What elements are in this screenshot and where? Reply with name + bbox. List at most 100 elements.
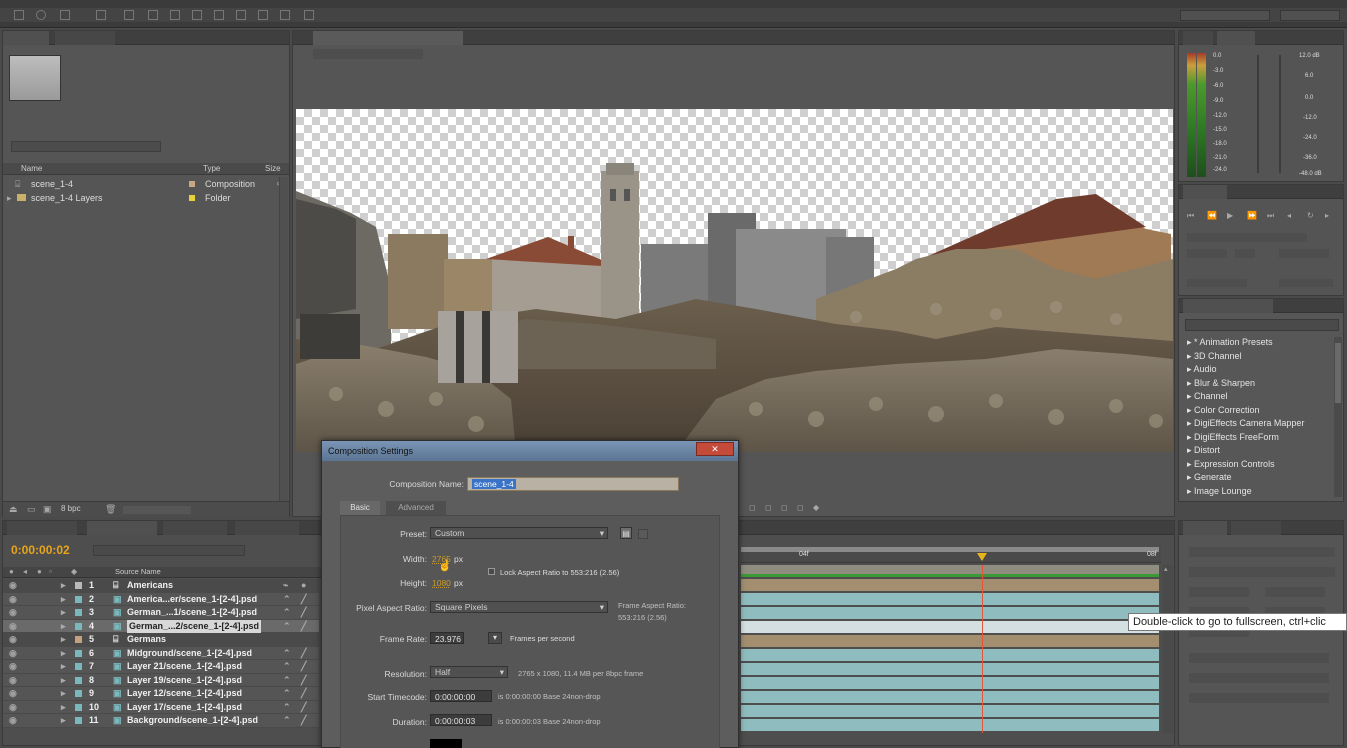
expand-arrow-icon[interactable]: ▸ bbox=[61, 714, 66, 727]
expand-arrow-icon[interactable]: ▸ bbox=[61, 660, 66, 673]
pen-icon[interactable]: ╱ bbox=[301, 620, 306, 633]
track-bar[interactable] bbox=[741, 593, 1159, 605]
timeline-ruler[interactable]: 04f 08f bbox=[741, 547, 1161, 563]
brush-tool-icon[interactable] bbox=[214, 10, 224, 20]
track-bar[interactable] bbox=[741, 691, 1159, 703]
layer-row[interactable]: ◉ ▸ 11 ▣ Background/scene_1-[2-4].psd ⌃ ╱ bbox=[3, 714, 319, 728]
effects-scrollbar-thumb[interactable] bbox=[1335, 343, 1341, 403]
effects-item[interactable]: ▸ 3D Channel bbox=[1187, 351, 1242, 362]
label-swatch[interactable] bbox=[75, 649, 82, 657]
comp-name-input[interactable]: scene_1-4 bbox=[467, 477, 679, 491]
trash-icon[interactable]: 🗑 bbox=[105, 504, 116, 515]
tab-info[interactable] bbox=[1183, 31, 1213, 45]
project-hscrollbar[interactable] bbox=[123, 506, 191, 514]
font-size-field[interactable] bbox=[1189, 587, 1249, 597]
column-size[interactable]: Size bbox=[265, 163, 281, 175]
pen-icon[interactable]: ╱ bbox=[301, 606, 306, 619]
preview-skip[interactable] bbox=[1235, 249, 1255, 258]
track-bar[interactable] bbox=[741, 719, 1159, 731]
scale-fields[interactable] bbox=[1189, 653, 1329, 663]
tab-project[interactable] bbox=[3, 31, 49, 45]
layer-row[interactable]: ◉ ▸ 7 ▣ Layer 21/scene_1-[2-4].psd ⌃ ╱ bbox=[3, 660, 319, 674]
tab-timeline-2[interactable] bbox=[163, 521, 227, 535]
text-style-buttons[interactable] bbox=[1189, 693, 1329, 703]
frame-rate-input[interactable]: 23.976 bbox=[430, 632, 464, 644]
audio-column-icon[interactable]: ◂ bbox=[23, 567, 27, 576]
audio-slider-left[interactable] bbox=[1257, 55, 1259, 173]
label-swatch[interactable] bbox=[75, 663, 82, 670]
bpc-label[interactable]: 8 bpc bbox=[61, 504, 81, 513]
pen-icon[interactable]: ╱ bbox=[301, 660, 306, 673]
tab-timeline-3[interactable] bbox=[235, 521, 299, 535]
height-value[interactable]: 1080 bbox=[432, 578, 451, 588]
show-snapshot-icon[interactable]: ◻ bbox=[765, 503, 772, 512]
switch-icon[interactable]: ⌃ bbox=[283, 593, 291, 606]
switch-icon[interactable]: ⌃ bbox=[283, 620, 291, 633]
new-composition-icon[interactable]: ▣ bbox=[43, 504, 52, 515]
switch-icon[interactable]: ⌃ bbox=[283, 674, 291, 687]
expand-arrow-icon[interactable]: ▸ bbox=[61, 633, 66, 646]
puppet-tool-icon[interactable] bbox=[304, 10, 314, 20]
project-item-folder[interactable]: ▸ scene_1-4 Layers Folder bbox=[3, 191, 289, 205]
tab-advanced[interactable]: Advanced bbox=[386, 501, 446, 515]
effects-item[interactable]: ▸ Expression Controls bbox=[1187, 459, 1275, 470]
camera-tool-icon[interactable] bbox=[124, 10, 134, 20]
preview-from-current-checkbox[interactable] bbox=[1187, 279, 1247, 287]
label-swatch[interactable] bbox=[75, 636, 82, 643]
track-bar[interactable] bbox=[741, 635, 1159, 647]
eye-icon[interactable]: ● bbox=[9, 567, 14, 576]
tab-paragraph[interactable] bbox=[1231, 521, 1281, 535]
preset-select[interactable]: Custom ▾ bbox=[430, 527, 608, 539]
column-type[interactable]: Type bbox=[203, 163, 220, 175]
expand-arrow-icon[interactable]: ▸ bbox=[61, 674, 66, 687]
new-folder-icon[interactable]: ▭ bbox=[27, 504, 36, 515]
previous-frame-icon[interactable]: ⏪ bbox=[1207, 211, 1217, 220]
project-item-composition[interactable]: ⌸ scene_1-4 Composition ⚯ bbox=[3, 177, 289, 191]
pen-icon[interactable]: ╱ bbox=[301, 687, 306, 700]
fast-previews-icon[interactable]: ◆ bbox=[813, 503, 819, 512]
hand-tool-icon[interactable] bbox=[36, 10, 46, 20]
effects-search-input[interactable] bbox=[1185, 319, 1339, 331]
play-icon[interactable]: ▶ bbox=[1227, 211, 1233, 220]
label-swatch[interactable] bbox=[75, 690, 82, 697]
pixel-aspect-select[interactable]: Square Pixels ▾ bbox=[430, 601, 608, 613]
frame-rate-dropdown[interactable]: ▾ bbox=[488, 632, 502, 644]
duration-input[interactable]: 0:00:00:03 bbox=[430, 714, 492, 726]
expand-arrow-icon[interactable]: ▸ bbox=[61, 593, 66, 606]
visibility-eye-icon[interactable]: ◉ bbox=[9, 633, 17, 646]
layer-row[interactable]: ◉ ▸ 5 ⌸ Germans bbox=[3, 633, 319, 647]
track-bar[interactable] bbox=[741, 607, 1159, 619]
lock-aspect-checkbox[interactable] bbox=[488, 568, 495, 575]
effects-scrollbar[interactable] bbox=[1334, 337, 1342, 497]
expand-arrow-icon[interactable]: ▸ bbox=[61, 687, 66, 700]
roto-tool-icon[interactable] bbox=[280, 10, 290, 20]
expand-arrow-icon[interactable]: ▸ bbox=[61, 579, 66, 592]
effects-item[interactable]: ▸ Distort bbox=[1187, 445, 1220, 456]
expand-arrow-icon[interactable]: ▸ bbox=[61, 606, 66, 619]
track-bar[interactable] bbox=[741, 663, 1159, 675]
pen-icon[interactable]: ╱ bbox=[301, 701, 306, 714]
switch-icon[interactable]: ⌃ bbox=[283, 606, 291, 619]
search-help-field[interactable] bbox=[1280, 10, 1340, 21]
expand-arrow-icon[interactable]: ▸ bbox=[61, 620, 66, 633]
effects-item[interactable]: ▸ Channel bbox=[1187, 391, 1228, 402]
channel-icon[interactable]: ◻ bbox=[781, 503, 788, 512]
switch-icon[interactable]: ● bbox=[301, 579, 306, 592]
label-swatch[interactable] bbox=[75, 595, 82, 603]
layer-row[interactable]: ◉ ▸ 8 ▣ Layer 19/scene_1-[2-4].psd ⌃ ╱ bbox=[3, 673, 319, 687]
text-tool-icon[interactable] bbox=[192, 10, 202, 20]
visibility-eye-icon[interactable]: ◉ bbox=[9, 674, 17, 687]
effects-item[interactable]: ▸ Color Correction bbox=[1187, 405, 1260, 416]
region-of-interest-icon[interactable]: ◻ bbox=[797, 503, 804, 512]
track-bar[interactable] bbox=[741, 649, 1159, 661]
tab-effect-controls[interactable] bbox=[55, 31, 115, 45]
effects-item[interactable]: ▸ Audio bbox=[1187, 364, 1217, 375]
current-time-indicator-icon[interactable] bbox=[977, 553, 987, 561]
current-timecode[interactable]: 0:00:00:02 bbox=[11, 543, 70, 557]
label-column-icon[interactable]: ◆ bbox=[71, 567, 77, 576]
dialog-title-bar[interactable]: Composition Settings ✕ bbox=[322, 441, 738, 461]
label-swatch[interactable] bbox=[75, 582, 82, 589]
tab-audio[interactable] bbox=[1217, 31, 1255, 45]
last-frame-icon[interactable]: ⏭ bbox=[1267, 211, 1274, 221]
visibility-eye-icon[interactable]: ◉ bbox=[9, 701, 17, 714]
